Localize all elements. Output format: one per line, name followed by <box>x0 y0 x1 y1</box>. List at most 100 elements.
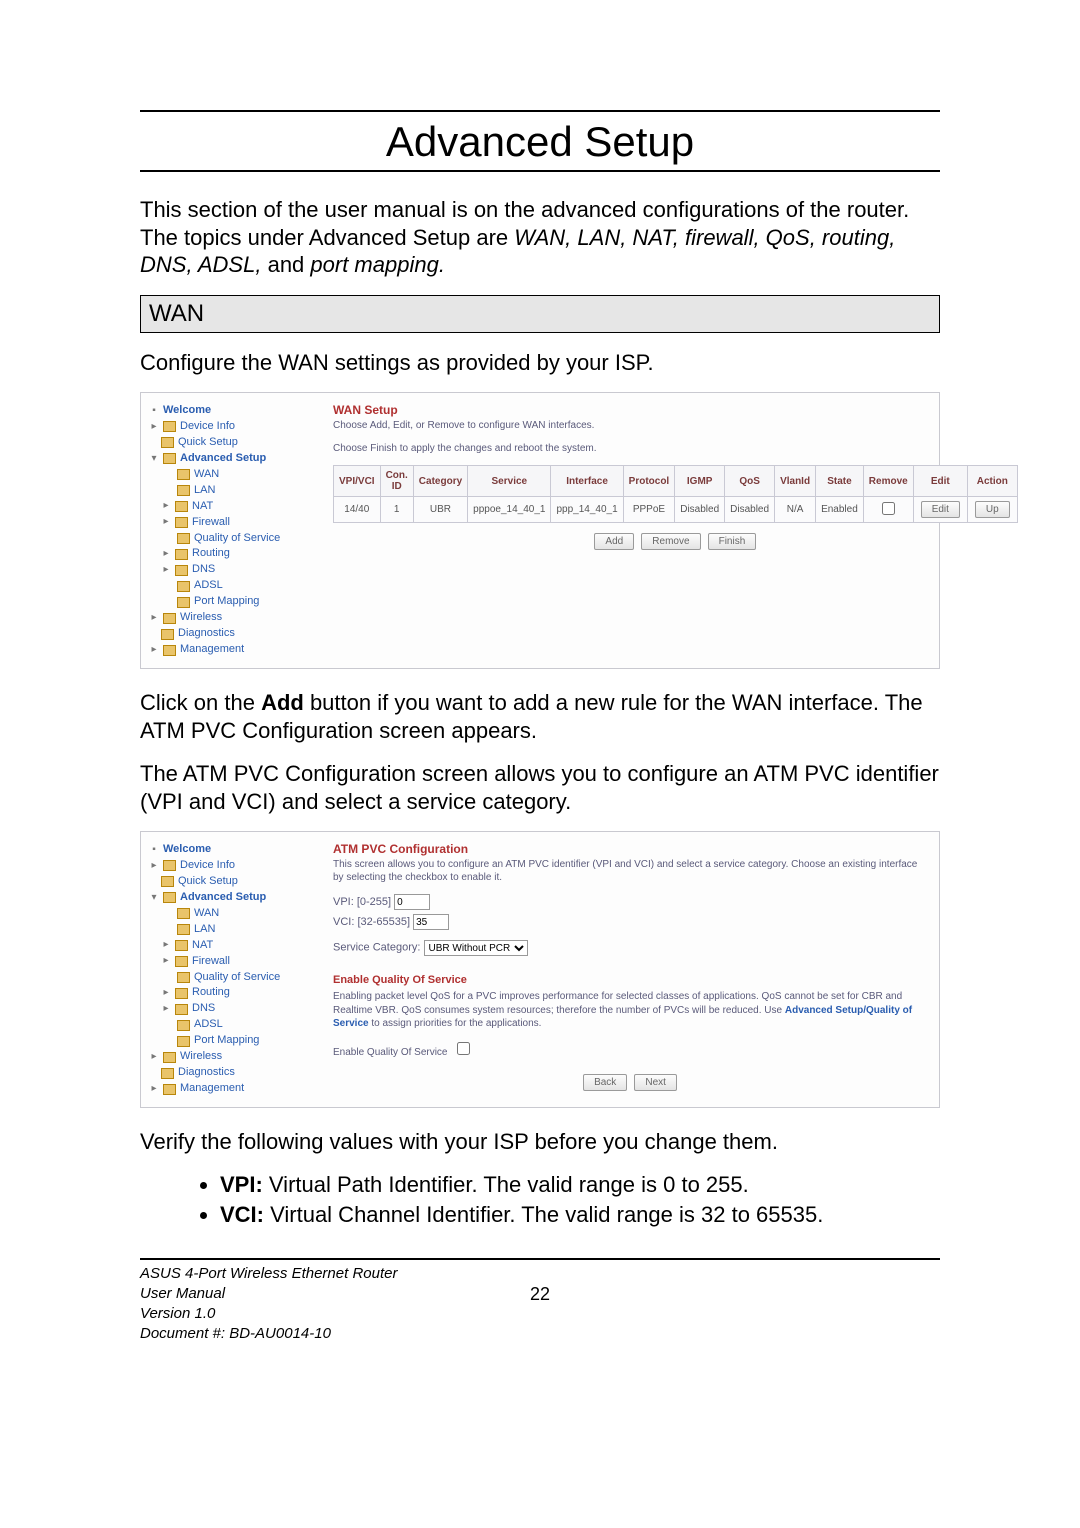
expand-icon[interactable]: ▸ <box>161 499 171 514</box>
service-category-select[interactable]: UBR Without PCR <box>424 940 528 956</box>
add-paragraph-1: Click on the Add button if you want to a… <box>140 689 940 744</box>
nav-port-mapping[interactable]: Port Mapping <box>194 1033 259 1049</box>
wan-heading: WAN <box>140 295 940 333</box>
expand-icon[interactable]: ▸ <box>161 1002 171 1017</box>
folder-icon <box>177 908 190 919</box>
th-service: Service <box>468 466 551 497</box>
nav-routing[interactable]: Routing <box>192 985 230 1001</box>
expand-icon[interactable]: ▸ <box>161 515 171 530</box>
collapse-icon[interactable]: ▾ <box>149 452 159 467</box>
nav-dns[interactable]: DNS <box>192 1001 215 1017</box>
nav-dns[interactable]: DNS <box>192 562 215 578</box>
next-button[interactable]: Next <box>634 1074 677 1091</box>
finish-button[interactable]: Finish <box>708 533 757 550</box>
folder-icon <box>163 645 176 656</box>
nav-wireless[interactable]: Wireless <box>180 1049 222 1065</box>
vci-input[interactable] <box>413 914 449 930</box>
nav-tree: ▪Welcome ▸Device Info Quick Setup ▾Advan… <box>141 832 325 1107</box>
qos-checkbox-label: Enable Quality Of Service <box>333 1047 448 1058</box>
nav-adsl[interactable]: ADSL <box>194 1017 223 1033</box>
cell-interface: ppp_14_40_1 <box>551 497 623 523</box>
nav-nat[interactable]: NAT <box>192 938 213 954</box>
table-header-row: VPI/VCI Con. ID Category Service Interfa… <box>334 466 1018 497</box>
cell-state: Enabled <box>816 497 864 523</box>
expand-icon[interactable]: ▸ <box>149 643 159 658</box>
nav-adsl[interactable]: ADSL <box>194 578 223 594</box>
expand-icon[interactable]: ▸ <box>149 1082 159 1097</box>
vci-label: VCI: [32-65535] <box>333 916 410 928</box>
expand-icon[interactable]: ▸ <box>161 954 171 969</box>
nav-device-info[interactable]: Device Info <box>180 858 235 874</box>
expand-icon[interactable]: ▸ <box>161 547 171 562</box>
panel-wan-setup: WAN Setup Choose Add, Edit, or Remove to… <box>325 393 1030 668</box>
th-action: Action <box>967 466 1017 497</box>
nav-quick-setup[interactable]: Quick Setup <box>178 874 238 890</box>
screenshot-wan-setup: ▪ Welcome ▸ Device Info Quick Setup ▾ Advan… <box>140 392 940 669</box>
table-row: 14/40 1 UBR pppoe_14_40_1 ppp_14_40_1 PP… <box>334 497 1018 523</box>
expand-icon[interactable]: ▸ <box>161 986 171 1001</box>
nav-lan[interactable]: LAN <box>194 483 215 499</box>
nav-firewall[interactable]: Firewall <box>192 954 230 970</box>
folder-icon <box>177 485 190 496</box>
expand-icon[interactable]: ▸ <box>149 420 159 435</box>
nav-quick-setup[interactable]: Quick Setup <box>178 435 238 451</box>
up-button[interactable]: Up <box>975 501 1010 518</box>
folder-icon <box>175 988 188 999</box>
back-button[interactable]: Back <box>583 1074 627 1091</box>
expand-icon[interactable]: ▸ <box>149 1050 159 1065</box>
nav-qos[interactable]: Quality of Service <box>194 531 280 547</box>
th-interface: Interface <box>551 466 623 497</box>
expand-icon[interactable]: ▸ <box>161 563 171 578</box>
tree-root-icon: ▪ <box>149 404 159 419</box>
folder-icon <box>161 1068 174 1079</box>
edit-button[interactable]: Edit <box>921 501 960 518</box>
folder-icon <box>175 940 188 951</box>
nav-welcome[interactable]: Welcome <box>163 403 211 419</box>
nav-lan[interactable]: LAN <box>194 922 215 938</box>
nav-device-info[interactable]: Device Info <box>180 419 235 435</box>
add-button[interactable]: Add <box>594 533 634 550</box>
expand-icon[interactable]: ▸ <box>149 611 159 626</box>
nav-wan[interactable]: WAN <box>194 906 219 922</box>
list-item: VCI: Virtual Channel Identifier. The val… <box>220 1202 940 1228</box>
panel-title: ATM PVC Configuration <box>333 842 927 856</box>
nav-management[interactable]: Management <box>180 1081 244 1097</box>
cell-service: pppoe_14_40_1 <box>468 497 551 523</box>
folder-icon <box>161 876 174 887</box>
remove-checkbox[interactable] <box>882 502 895 515</box>
expand-icon[interactable]: ▸ <box>161 938 171 953</box>
nav-firewall[interactable]: Firewall <box>192 515 230 531</box>
nav-diagnostics[interactable]: Diagnostics <box>178 1065 235 1081</box>
nav-diagnostics[interactable]: Diagnostics <box>178 626 235 642</box>
nav-nat[interactable]: NAT <box>192 499 213 515</box>
page-footer: ASUS 4-Port Wireless Ethernet Router Use… <box>140 1258 940 1345</box>
cell-protocol: PPPoE <box>623 497 675 523</box>
folder-icon <box>163 421 176 432</box>
expand-icon[interactable]: ▸ <box>149 859 159 874</box>
nav-qos[interactable]: Quality of Service <box>194 970 280 986</box>
collapse-icon[interactable]: ▾ <box>149 891 159 906</box>
remove-button[interactable]: Remove <box>641 533 700 550</box>
qos-checkbox[interactable] <box>457 1042 470 1055</box>
folder-icon <box>163 892 176 903</box>
folder-icon <box>177 533 190 544</box>
nav-advanced-setup[interactable]: Advanced Setup <box>180 890 266 906</box>
cell-vpivci: 14/40 <box>334 497 381 523</box>
folder-icon <box>175 517 188 528</box>
nav-routing[interactable]: Routing <box>192 546 230 562</box>
folder-icon <box>163 453 176 464</box>
cell-category: UBR <box>413 497 467 523</box>
footer-line-4: Document #: BD-AU0014-10 <box>140 1324 940 1344</box>
nav-wireless[interactable]: Wireless <box>180 610 222 626</box>
page-number: 22 <box>140 1282 940 1306</box>
nav-port-mapping[interactable]: Port Mapping <box>194 594 259 610</box>
nav-management[interactable]: Management <box>180 642 244 658</box>
folder-icon <box>177 1020 190 1031</box>
nav-wan[interactable]: WAN <box>194 467 219 483</box>
nav-welcome[interactable]: Welcome <box>163 842 211 858</box>
cell-igmp: Disabled <box>675 497 725 523</box>
nav-advanced-setup[interactable]: Advanced Setup <box>180 451 266 467</box>
verify-paragraph: Verify the following values with your IS… <box>140 1128 940 1156</box>
vpi-input[interactable] <box>394 894 430 910</box>
cell-conid: 1 <box>380 497 413 523</box>
